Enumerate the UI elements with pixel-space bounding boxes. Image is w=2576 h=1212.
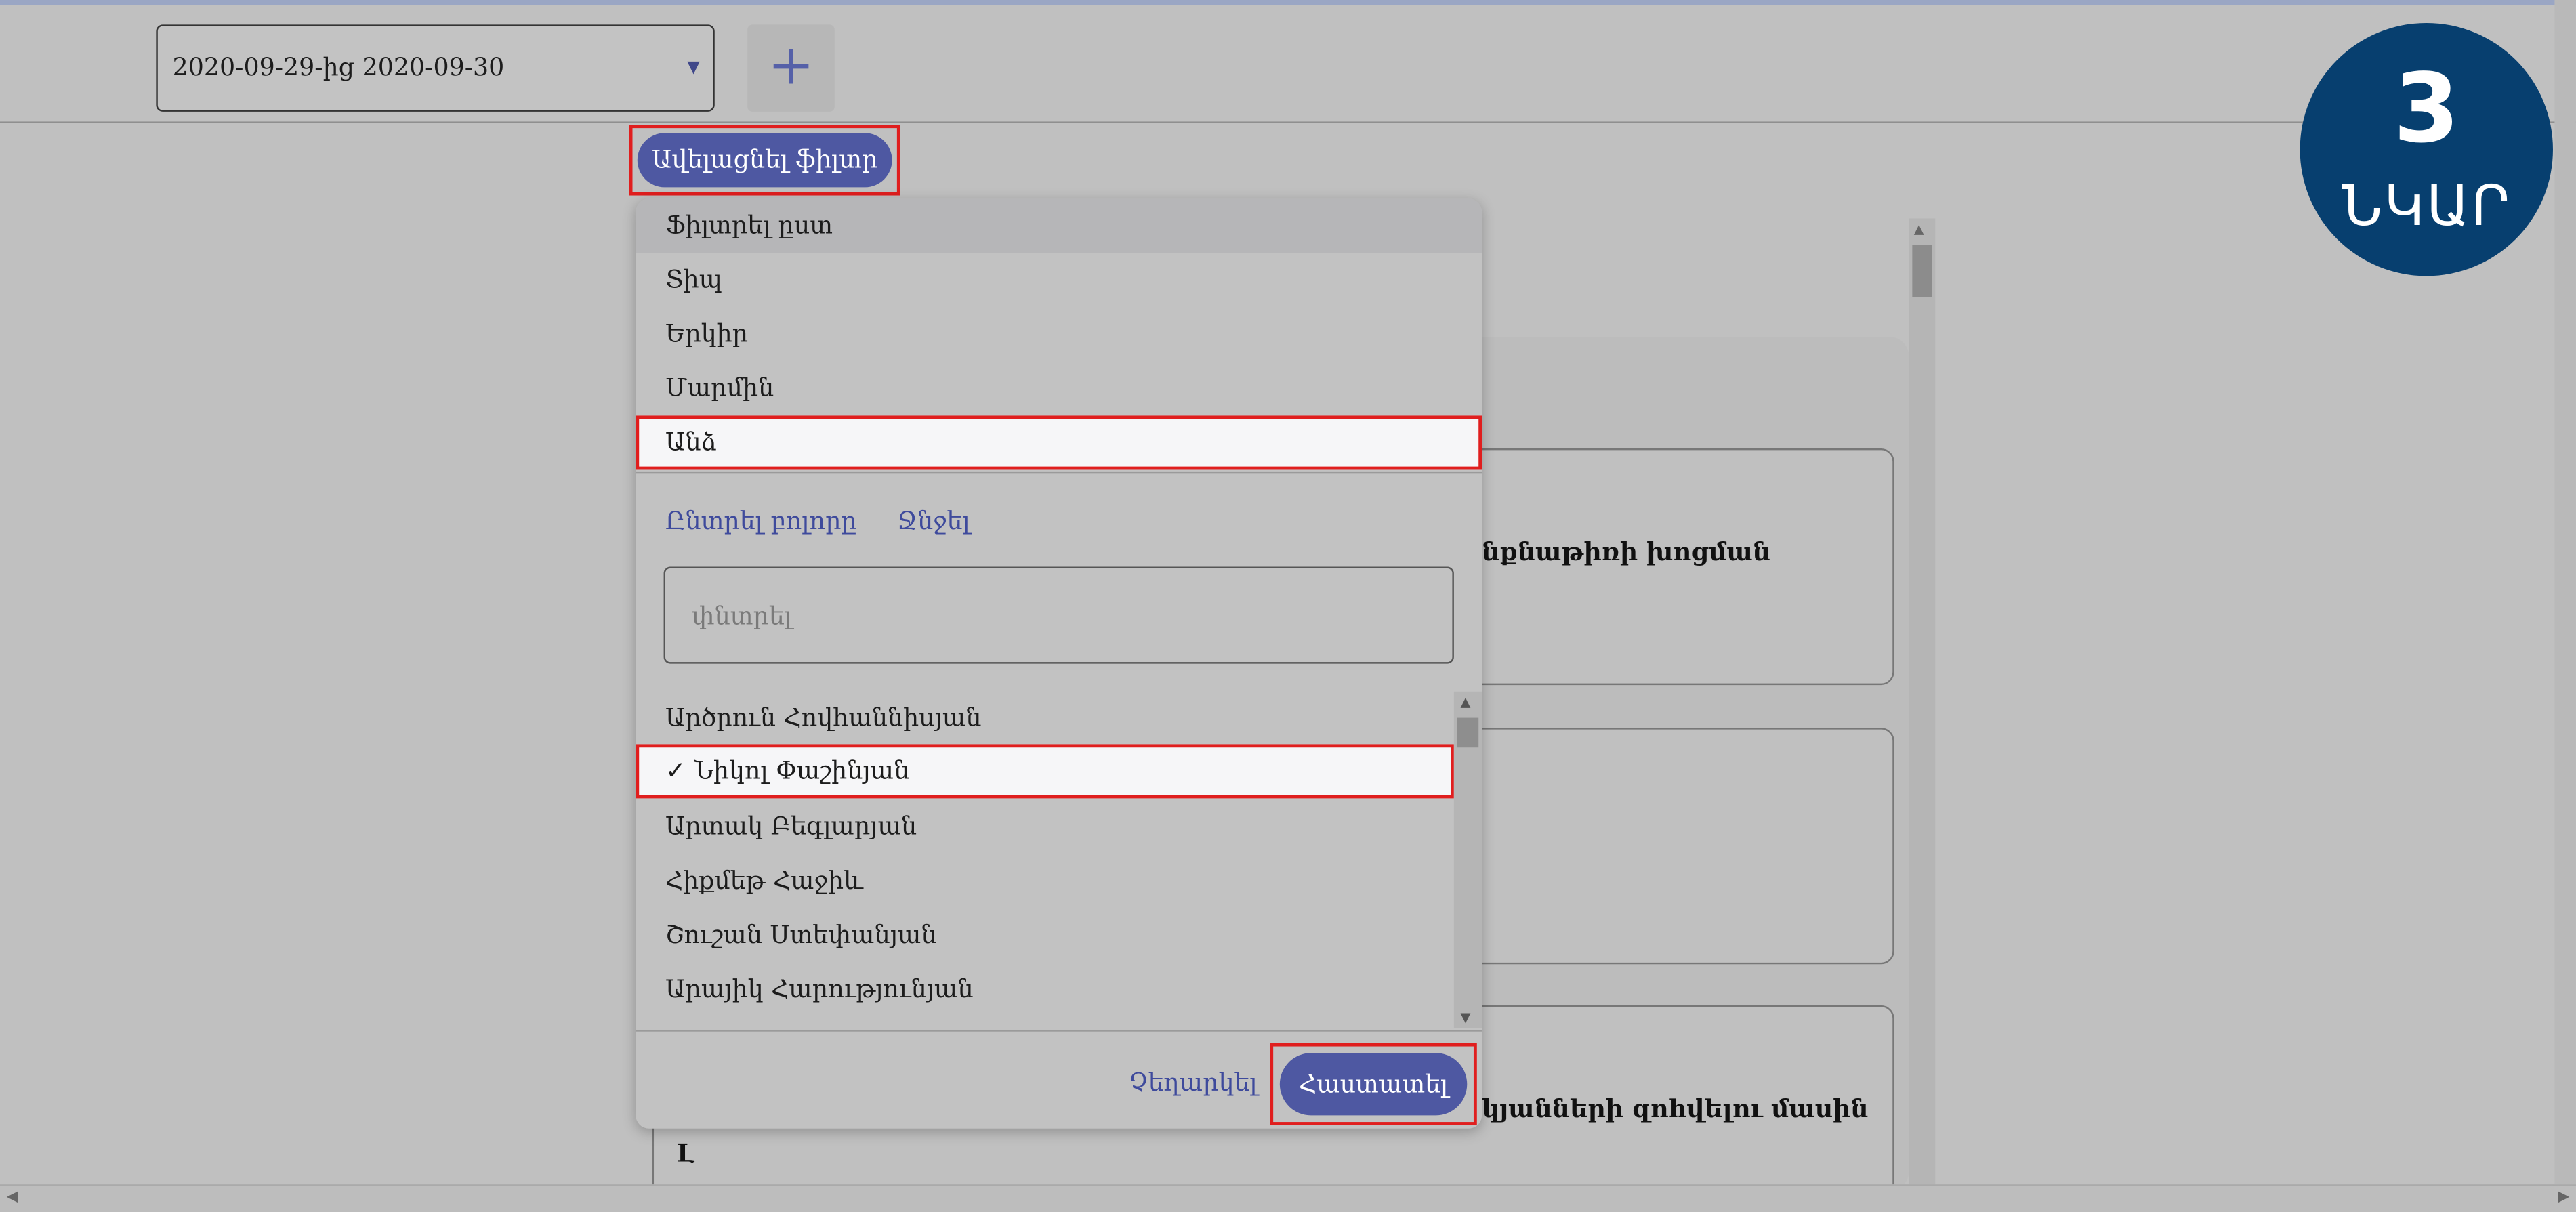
check-icon: ✓ [665,755,686,786]
filter-menu-title: Ֆիլտրել ըստ [636,198,1482,253]
search-input[interactable] [665,568,1453,663]
search-field[interactable] [663,566,1454,664]
content-scrollbar[interactable]: ▲ [1909,218,1936,1188]
divider [636,471,1482,474]
person-name: Արայիկ Հարությունյան [665,974,974,1004]
news-card-title: կյանների զոհվելու մասին [1482,1093,1869,1124]
person-name: Արտակ Բեգլարյան [665,811,917,841]
add-filter-button[interactable]: Ավելացնել ֆիլտր [637,133,892,188]
scroll-up-icon[interactable]: ▲ [1461,695,1471,710]
filter-dropdown: Ֆիլտրել ըստ Տիպ Երկիր Մարմին Անձ Ընտրել … [636,198,1482,1129]
chevron-down-icon: ▼ [687,59,700,77]
add-button[interactable]: + [747,24,835,112]
plus-icon: + [767,33,815,99]
filter-option-type[interactable]: Տիպ [636,253,1482,307]
person-name: Արծրուն Հովհաննիսյան [665,703,982,733]
clear-link[interactable]: Ջնջել [897,506,970,536]
news-card-subtitle: Լ [676,1138,695,1168]
scroll-down-icon[interactable]: ▼ [1461,1010,1471,1025]
step-number: 3 [2393,52,2460,165]
cancel-button[interactable]: Չեղարկել [1129,1068,1258,1098]
confirm-highlight: Հաստատել [1270,1043,1477,1125]
scrollbar-thumb[interactable] [1912,245,1932,297]
person-name: Նիկոլ Փաշինյան [694,755,910,786]
filter-option-country[interactable]: Երկիր [636,307,1482,361]
page-scrollbar[interactable] [2554,0,2576,1185]
list-item[interactable]: Արծրուն Հովհաննիսյան [636,692,1454,746]
list-item[interactable]: Արայիկ Հարությունյան [636,963,1454,1017]
news-card-title: նքնաթիռի խոցման [1482,537,1771,567]
scroll-up-icon[interactable]: ▲ [1914,222,1924,236]
list-item[interactable]: Շուշան Ստեփանյան [636,908,1454,963]
person-name: Հիքմեթ Հաջիև [665,865,863,896]
step-badge: 3 ՆԿԱՐ [2300,22,2553,276]
person-name: Շուշան Ստեփանյան [665,919,937,950]
filter-option-body[interactable]: Մարմին [636,361,1482,415]
add-filter-highlight: Ավելացնել ֆիլտր [629,125,900,196]
list-item[interactable]: Արտակ Բեգլարյան [636,800,1454,854]
list-item[interactable]: ✓ Նիկոլ Փաշինյան [636,744,1454,799]
select-all-link[interactable]: Ընտրել բոլորը [665,506,857,536]
step-label: ՆԿԱՐ [2342,174,2512,241]
scrollbar-thumb[interactable] [1457,717,1479,748]
date-range-select[interactable]: 2020-09-29-ից 2020-09-30 ▼ [156,24,715,112]
list-scrollbar[interactable]: ▲ ▼ [1453,691,1482,1028]
dropdown-footer: Չեղարկել Հաստատել [636,1030,1482,1128]
toolbar: 2020-09-29-ից 2020-09-30 ▼ + [0,5,2576,123]
filter-option-person[interactable]: Անձ [636,415,1482,470]
list-item[interactable]: Հիքմեթ Հաջիև [636,854,1454,908]
date-range-value: 2020-09-29-ից 2020-09-30 [172,52,505,83]
horizontal-scrollbar[interactable]: ◀ ▶ [0,1184,2576,1212]
scroll-left-icon[interactable]: ◀ [7,1189,18,1205]
confirm-button[interactable]: Հաստատել [1279,1053,1468,1116]
scroll-right-icon[interactable]: ▶ [2558,1189,2569,1205]
top-accent-line [0,0,2576,5]
